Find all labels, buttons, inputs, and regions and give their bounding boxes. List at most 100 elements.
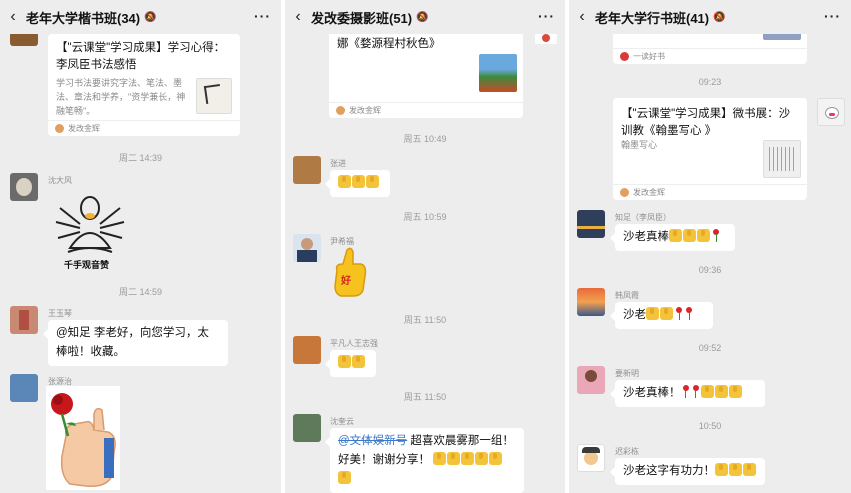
message-bubble[interactable]: [325, 350, 376, 377]
avatar[interactable]: [10, 374, 38, 402]
message-bubble[interactable]: 沙老: [610, 302, 713, 329]
card-title: 娜《婺源程村秋色》: [337, 38, 441, 50]
avatar[interactable]: [577, 210, 605, 238]
chat-header: ‹ 老年大学楷书班(34) 🔕 ···: [0, 0, 281, 34]
chat-header: ‹ 老年大学行书班(41) 🔕 ···: [569, 0, 851, 34]
timestamp: 周二 14:59: [118, 287, 163, 297]
card-source: 发改金辉: [613, 184, 807, 200]
thumbs-up-sticker[interactable]: 好: [329, 246, 369, 298]
mention[interactable]: @文体娱新号: [338, 435, 407, 447]
card-source: 发改金辉: [48, 120, 240, 136]
sender-name: 迟彩栋: [615, 447, 639, 456]
timestamp: 09:23: [698, 77, 722, 87]
thumbs-up-emoji-icon: [352, 355, 365, 368]
chat-title: 老年大学行书班(41): [595, 10, 710, 26]
clap-emoji-icon: [489, 452, 503, 465]
sender-name: 沈大风: [48, 176, 72, 185]
timestamp: 周五 11:50: [403, 315, 447, 325]
sender-name: 平凡人王志强: [330, 339, 378, 348]
sender-name: 王玉琴: [48, 309, 72, 318]
sender-name: 要新明: [615, 369, 639, 378]
sender-name: 韩凤霞: [615, 291, 639, 300]
source-logo-icon: [620, 52, 629, 61]
chat-panel-photo: ‹ 发改委摄影班(51) 🔕 ··· 娜《婺源程村秋色》 发改金辉 周五 10:…: [285, 0, 565, 493]
sender-name: 张进: [330, 159, 346, 168]
avatar[interactable]: [577, 366, 605, 394]
thumbs-up-emoji-icon: [683, 229, 696, 242]
sticker-text: 好: [341, 276, 351, 287]
bell-off-icon: 🔕: [144, 11, 157, 23]
rose-emoji-icon: [676, 307, 682, 320]
card-title: 【"云课堂"学习成果】微书展：沙训教《翰墨写心 》: [621, 108, 791, 137]
avatar[interactable]: [293, 156, 321, 184]
card-source: 一读好书: [613, 48, 807, 64]
card-title: 【"云课堂"学习成果】学习心得：李凤臣书法感悟: [56, 42, 226, 71]
message-bubble[interactable]: @文体娱新号 超喜欢晨雾那一组！好美！谢谢分享！: [325, 428, 524, 493]
rose-emoji-icon: [692, 385, 699, 398]
avatar[interactable]: [10, 173, 38, 201]
source-logo-icon: [55, 124, 64, 133]
message-bubble[interactable]: 沙老真棒！: [610, 380, 765, 407]
timestamp: 周五 10:49: [403, 134, 447, 144]
message-bubble[interactable]: 沙老真棒: [610, 224, 735, 251]
more-icon[interactable]: ···: [538, 8, 555, 24]
source-logo-icon: [620, 188, 629, 197]
more-icon[interactable]: ···: [824, 8, 841, 24]
timestamp: 周五 10:59: [403, 212, 447, 222]
more-icon[interactable]: ···: [254, 8, 271, 24]
thumbs-up-emoji-icon: [728, 385, 742, 398]
avatar[interactable]: [577, 444, 605, 472]
guanyin-sticker-icon: [55, 196, 125, 253]
thumbs-up-emoji-icon: [700, 385, 714, 398]
sticker-guanyin[interactable]: 千手观音赞: [50, 188, 130, 274]
thumbs-up-emoji-icon: [715, 463, 728, 476]
timestamp: 09:36: [698, 265, 722, 275]
bell-off-icon: 🔕: [713, 11, 726, 23]
thumbs-up-emoji-icon: [743, 463, 756, 476]
article-card[interactable]: 【"云课堂"学习成果】微书展：沙训教《翰墨写心 》 翰墨写心 发改金辉: [613, 98, 807, 200]
sender-name: 沈奎云: [330, 417, 354, 426]
rose-emoji-icon: [686, 307, 692, 320]
card-thumbnail: [763, 140, 801, 178]
back-icon[interactable]: ‹: [0, 8, 26, 26]
clap-emoji-icon: [475, 452, 489, 465]
article-card[interactable]: 娜《婺源程村秋色》 发改金辉: [329, 22, 523, 118]
thumbs-up-rose-image[interactable]: [46, 386, 120, 490]
avatar[interactable]: [10, 32, 38, 46]
chat-header: ‹ 发改委摄影班(51) 🔕 ···: [285, 0, 565, 34]
thumbs-up-emoji-icon: [338, 175, 351, 188]
avatar[interactable]: [577, 288, 605, 316]
avatar[interactable]: [293, 414, 321, 442]
rose-emoji-icon: [682, 385, 689, 398]
article-card[interactable]: 【"云课堂"学习成果】学习心得：李凤臣书法感悟 学习书法要讲究字法、笔法、墨法、…: [48, 34, 240, 136]
back-icon[interactable]: ‹: [569, 8, 595, 26]
chat-panel-kaishu: ‹ 老年大学楷书班(34) 🔕 ··· 【"云课堂"学习成果】学习心得：李凤臣书…: [0, 0, 281, 493]
thumbs-up-emoji-icon: [697, 229, 710, 242]
avatar[interactable]: [10, 306, 38, 334]
rose-emoji-icon: [713, 229, 719, 242]
timestamp: 10:50: [698, 421, 722, 431]
thumbs-up-emoji-icon: [714, 385, 728, 398]
sender-name: 知足（李凤臣）: [615, 213, 671, 222]
timestamp: 周五 11:50: [403, 392, 447, 402]
avatar[interactable]: [817, 98, 845, 126]
sticker-caption: 千手观音赞: [64, 260, 110, 270]
thumbs-up-emoji-icon: [729, 463, 742, 476]
thumbs-up-icon: [51, 393, 116, 488]
avatar[interactable]: [293, 336, 321, 364]
message-bubble[interactable]: 沙老这字有功力！: [610, 458, 765, 485]
avatar[interactable]: [293, 234, 321, 262]
card-source: 发改金辉: [329, 102, 523, 118]
message-bubble[interactable]: @知足 李老好，向您学习，太棒啦！收藏。: [43, 320, 228, 366]
chat-title: 发改委摄影班(51): [311, 10, 413, 26]
thumbs-up-emoji-icon: [660, 307, 673, 320]
thumbs-up-emoji-icon: [338, 355, 351, 368]
thumbs-up-emoji-icon: [352, 175, 365, 188]
clap-emoji-icon: [338, 471, 351, 484]
bell-off-icon: 🔕: [416, 11, 429, 23]
timestamp: 周二 14:39: [118, 153, 163, 163]
thumbs-up-emoji-icon: [433, 452, 447, 465]
card-description: 学习书法要讲究字法、笔法、墨法、章法和学养，"资学兼长，神融笔畅"。: [56, 78, 186, 116]
message-bubble[interactable]: [325, 170, 390, 197]
back-icon[interactable]: ‹: [285, 8, 311, 26]
